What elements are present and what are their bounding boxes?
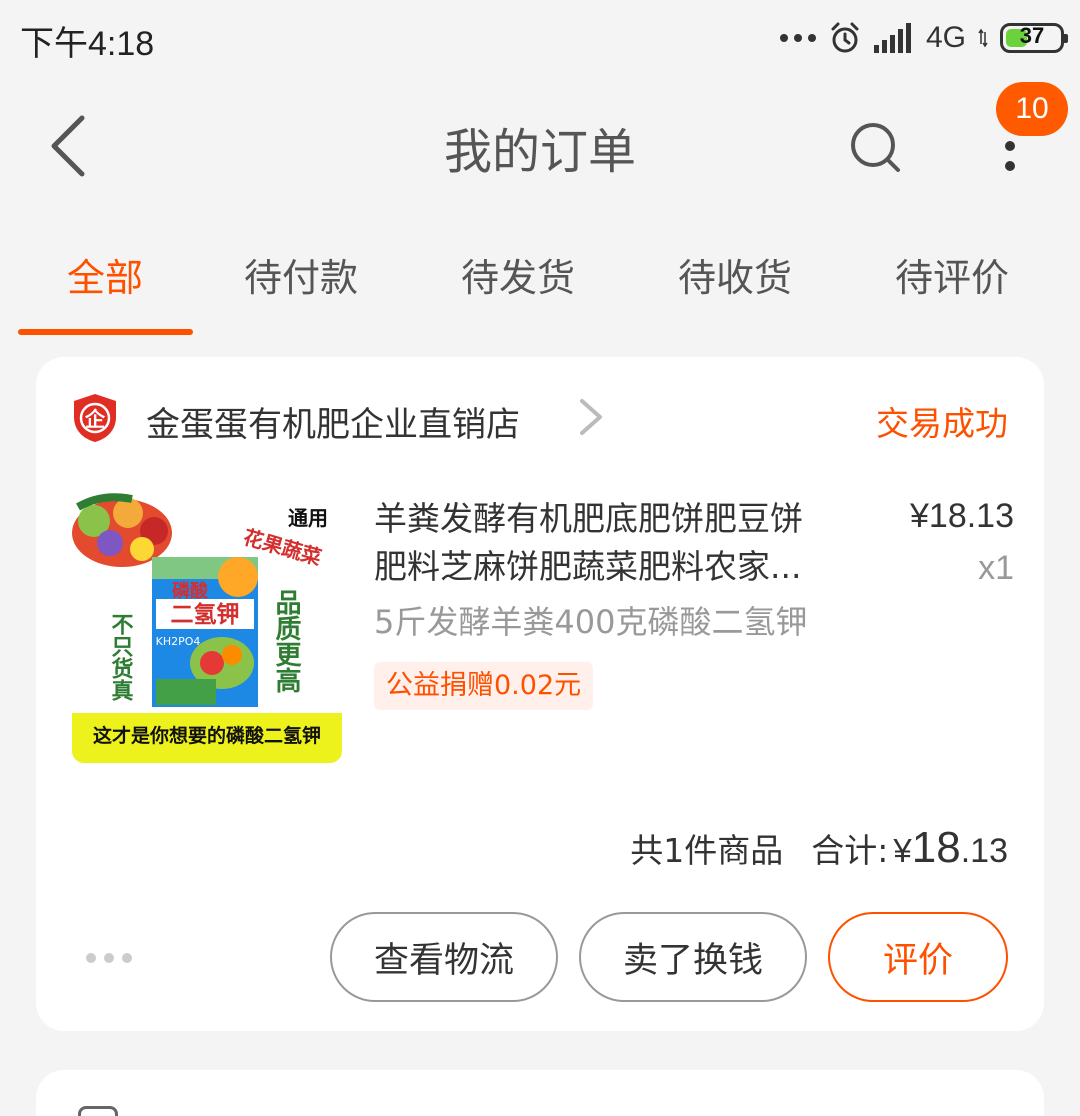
product-title[interactable]: 羊粪发酵有机肥底肥饼肥豆饼 肥料芝麻饼肥蔬菜肥料农家... xyxy=(374,495,864,591)
package-top-text: 磷酸 xyxy=(172,580,209,602)
tab-pending-payment[interactable]: 待付款 xyxy=(206,236,396,320)
tab-pending-shipment[interactable]: 待发货 xyxy=(423,236,613,320)
product-title-line-1: 羊粪发酵有机肥底肥饼肥豆饼 xyxy=(374,499,803,538)
order-summary: 共1件商品 合计: ¥18.13 xyxy=(630,823,1008,873)
active-tab-indicator xyxy=(18,329,193,335)
tab-pending-review[interactable]: 待评价 xyxy=(857,236,1047,320)
shop-icon-label: 企 xyxy=(84,407,106,431)
product-image[interactable]: 通用 花果蔬菜 不只货真 品质更高 磷酸 二氢钾 KH2PO4 这才是你想要的磷… xyxy=(72,493,342,763)
image-slogan-left: 不只货真 xyxy=(108,613,134,702)
battery-level: 37 xyxy=(1019,23,1045,48)
order-status: 交易成功 xyxy=(876,404,1008,443)
notification-dots-icon xyxy=(779,34,816,42)
product-quantity: x1 xyxy=(978,549,1014,587)
tab-all[interactable]: 全部 xyxy=(10,236,200,320)
order-total: 合计: ¥18.13 xyxy=(811,823,1008,873)
package-formula: KH2PO4 xyxy=(156,635,201,648)
image-tag-general: 通用 xyxy=(288,506,328,530)
signal-icon xyxy=(873,23,911,53)
chevron-right-icon[interactable] xyxy=(572,397,612,437)
search-icon xyxy=(851,123,900,172)
product-title-line-2: 肥料芝麻饼肥蔬菜肥料农家... xyxy=(374,547,802,586)
view-logistics-button[interactable]: 查看物流 xyxy=(330,912,558,1002)
search-button[interactable] xyxy=(836,108,916,188)
tab-pending-receipt[interactable]: 待收货 xyxy=(640,236,830,320)
notification-badge: 10 xyxy=(996,82,1068,136)
enterprise-shop-icon: 企 xyxy=(74,394,116,442)
item-count: 共1件商品 xyxy=(630,831,784,870)
package-main-text: 二氢钾 xyxy=(171,601,240,628)
product-sku: 5斤发酵羊粪400克磷酸二氢钾 xyxy=(374,603,808,641)
alarm-icon xyxy=(831,22,859,53)
total-amount: ¥18.13 xyxy=(893,823,1008,872)
nav-bar: 我的订单 xyxy=(0,80,1080,210)
order-tabs: 全部 待付款 待发货 待收货 待评价 xyxy=(0,236,1080,336)
order-card: 企 金蛋蛋有机肥企业直销店 交易成功 通用 花果蔬菜 不只货真 品质更高 磷酸 … xyxy=(36,357,1044,1031)
shop-icon xyxy=(78,1106,118,1116)
network-type: 4G xyxy=(925,21,966,54)
image-banner-text: 这才是你想要的磷酸二氢钾 xyxy=(93,724,321,747)
status-time: 下午4:18 xyxy=(20,25,155,63)
data-transfer-icon xyxy=(978,28,988,48)
total-label: 合计: xyxy=(811,831,889,870)
total-fen: .13 xyxy=(960,832,1008,870)
more-actions-icon[interactable] xyxy=(86,953,132,963)
resell-button[interactable]: 卖了换钱 xyxy=(579,912,807,1002)
total-currency: ¥ xyxy=(893,832,912,869)
donation-tag: 公益捐赠0.02元 xyxy=(374,662,594,710)
status-icons: 4G 37 xyxy=(779,16,1068,60)
battery-icon: 37 xyxy=(1000,23,1068,53)
order-card xyxy=(36,1070,1044,1116)
image-slogan-right: 品质更高 xyxy=(271,589,301,693)
page-title: 我的订单 xyxy=(443,124,636,180)
status-bar: 下午4:18 4G 37 xyxy=(0,0,1080,76)
product-price: ¥18.13 xyxy=(910,497,1014,535)
review-button[interactable]: 评价 xyxy=(828,912,1008,1002)
total-yuan: 18 xyxy=(911,823,961,872)
shop-name[interactable]: 金蛋蛋有机肥企业直销店 xyxy=(146,397,520,446)
